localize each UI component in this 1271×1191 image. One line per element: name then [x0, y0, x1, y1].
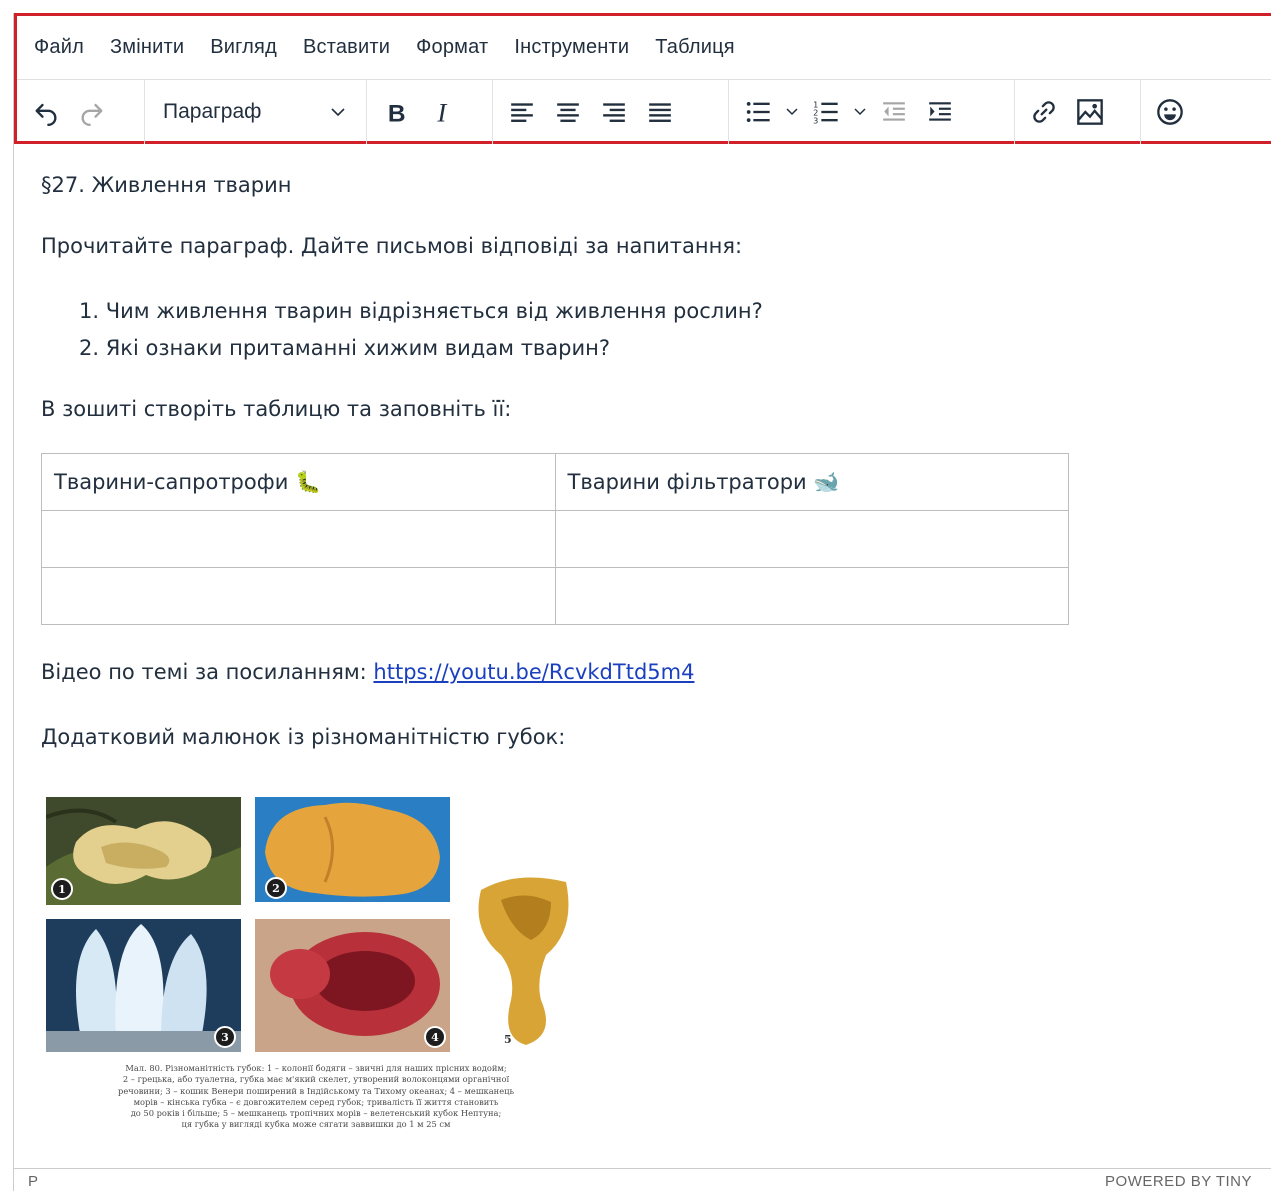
- chevron-down-icon: [854, 108, 866, 116]
- outdent-icon: [883, 102, 905, 121]
- menu-view[interactable]: Вигляд: [210, 36, 277, 59]
- menu-file[interactable]: Файл: [34, 36, 84, 59]
- image-icon: [1077, 99, 1103, 125]
- video-paragraph: Відео по темі за посиланням: https://you…: [41, 660, 694, 684]
- emoji-button[interactable]: [1147, 89, 1193, 135]
- numbered-list-dropdown[interactable]: [849, 89, 871, 135]
- extra-image-label: Додатковий малюнок із різноманітністю гу…: [41, 725, 566, 749]
- bullet-list-dropdown[interactable]: [781, 89, 803, 135]
- chevron-down-icon: [331, 108, 345, 117]
- bullet-list-icon: [746, 101, 770, 123]
- bold-button[interactable]: B: [373, 89, 419, 135]
- text-style-group: B I: [367, 80, 493, 144]
- table-header-saprotrophs[interactable]: Тварини-сапротрофи 🐛: [41, 453, 556, 511]
- italic-icon: I: [436, 98, 447, 126]
- sponge-photo-3: [46, 919, 241, 1052]
- element-path[interactable]: P: [28, 1173, 38, 1190]
- history-group: [17, 80, 145, 144]
- sponges-figure[interactable]: 1 2 3 4 5 Мал. 80. Різноманітність губок…: [46, 795, 586, 1140]
- link-button[interactable]: [1021, 89, 1067, 135]
- bold-icon: B: [388, 100, 406, 126]
- table-row: Тварини-сапротрофи 🐛 Тварини фільтратори…: [41, 453, 1069, 511]
- bullet-list-button[interactable]: [735, 89, 781, 135]
- menu-edit[interactable]: Змінити: [110, 36, 184, 59]
- editor-toolbar-highlight: Файл Змінити Вигляд Вставити Формат Інст…: [14, 13, 1271, 144]
- numbered-list-button[interactable]: 123: [803, 89, 849, 135]
- paragraph-title: §27. Живлення тварин: [41, 173, 292, 197]
- table-cell[interactable]: [554, 510, 1069, 568]
- caption-line: до 50 років і більше; 5 – мешканець троп…: [130, 1108, 502, 1119]
- italic-button[interactable]: I: [419, 89, 465, 135]
- figure-caption: Мал. 80. Різноманітність губок: 1 – коло…: [46, 1063, 586, 1131]
- table-header-filter-feeders[interactable]: Тварини фільтратори 🐋: [554, 453, 1069, 511]
- numbered-list-icon: 123: [813, 99, 838, 126]
- menu-tools[interactable]: Інструменти: [514, 36, 629, 59]
- redo-icon: [81, 103, 103, 126]
- answer-table[interactable]: Тварини-сапротрофи 🐛 Тварини фільтратори…: [41, 453, 1069, 625]
- table-row: [41, 567, 1069, 625]
- svg-text:B: B: [388, 100, 406, 126]
- align-right-button[interactable]: [591, 89, 637, 135]
- caption-line: ця губка у вигляді кубка може сягати зав…: [181, 1119, 451, 1130]
- figure-badge: 2: [265, 877, 287, 899]
- sponge-photo-1: [46, 797, 241, 905]
- indent-button[interactable]: [917, 89, 963, 135]
- table-cell[interactable]: [41, 510, 556, 568]
- figure-badge: 1: [51, 878, 73, 900]
- image-button[interactable]: [1067, 89, 1113, 135]
- align-left-icon: [511, 103, 533, 122]
- block-format-group: Параграф: [145, 80, 367, 144]
- alignment-group: [493, 80, 729, 144]
- link-icon: [1033, 101, 1055, 123]
- emoji-icon: [1157, 99, 1183, 125]
- indent-icon: [929, 102, 951, 121]
- undo-icon: [35, 103, 57, 126]
- caption-line: морів – кінська губка – є довгожителем с…: [133, 1096, 499, 1107]
- sponge-photo-5: [478, 877, 569, 1045]
- outdent-button[interactable]: [871, 89, 917, 135]
- align-center-button[interactable]: [545, 89, 591, 135]
- instructions-text: Прочитайте параграф. Дайте письмові відп…: [41, 234, 743, 258]
- powered-by-link[interactable]: POWERED BY TINY: [1105, 1173, 1252, 1190]
- redo-button[interactable]: [69, 89, 115, 135]
- rich-text-editor: Файл Змінити Вигляд Вставити Формат Інст…: [13, 13, 1271, 1191]
- block-format-select[interactable]: Параграф: [151, 89, 360, 135]
- video-label: Відео по темі за посиланням:: [41, 660, 374, 684]
- align-center-icon: [557, 103, 579, 122]
- table-instruction-text: В зошиті створіть таблицю та заповніть ї…: [41, 397, 512, 421]
- questions-list: 1. Чим живлення тварин відрізняється від…: [79, 297, 763, 371]
- table-cell[interactable]: [554, 567, 1069, 625]
- menubar: Файл Змінити Вигляд Вставити Формат Інст…: [17, 16, 1271, 80]
- justify-icon: [649, 103, 671, 122]
- figure-badge: 3: [214, 1026, 236, 1048]
- svg-text:I: I: [436, 98, 447, 126]
- align-left-button[interactable]: [499, 89, 545, 135]
- svg-text:3: 3: [813, 116, 818, 126]
- figure-badge: 4: [424, 1026, 446, 1048]
- insert-group: [1015, 80, 1141, 144]
- list-item: 1. Чим живлення тварин відрізняється від…: [79, 299, 763, 323]
- caption-line: речовини; 3 – кошик Венери поширений в І…: [118, 1085, 514, 1096]
- menu-table[interactable]: Таблиця: [655, 36, 735, 59]
- caption-line: 2 – грецька, або туалетна, губка має м'я…: [122, 1074, 510, 1085]
- chevron-down-icon: [786, 108, 798, 116]
- list-group: 123: [729, 80, 1015, 144]
- figure-badge-plain: 5: [504, 1033, 512, 1046]
- list-item: 2. Які ознаки притаманні хижим видам тва…: [79, 336, 611, 360]
- block-format-value: Параграф: [163, 100, 262, 123]
- align-right-icon: [603, 103, 625, 122]
- menu-format[interactable]: Формат: [416, 36, 488, 59]
- video-link[interactable]: https://youtu.be/RcvkdTtd5m4: [373, 660, 694, 684]
- undo-button[interactable]: [23, 89, 69, 135]
- toolbar: Параграф B I 1 2 3: [17, 80, 1271, 144]
- sponge-photo-4: [255, 919, 450, 1052]
- table-row: [41, 510, 1069, 568]
- emoji-group: [1141, 80, 1211, 144]
- caption-line: Мал. 80. Різноманітність губок: 1 – коло…: [125, 1063, 507, 1073]
- menu-insert[interactable]: Вставити: [303, 36, 390, 59]
- table-cell[interactable]: [41, 567, 556, 625]
- justify-button[interactable]: [637, 89, 683, 135]
- statusbar: P POWERED BY TINY: [14, 1168, 1271, 1191]
